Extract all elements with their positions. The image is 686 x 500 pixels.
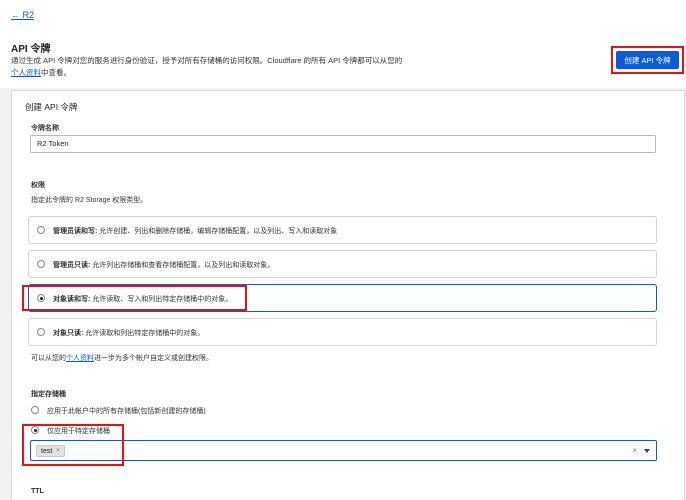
permission-option-label: 管理员只读: 允许列出存储桶和查看存储桶配置，以及列出和读取对象。 (53, 262, 275, 269)
chevron-down-icon[interactable] (644, 449, 650, 453)
page-description: 通过生成 API 令牌对您的服务进行身份验证，授予对所有存储桶的访问权限。Clo… (11, 55, 431, 79)
token-name-label: 令牌名称 (31, 125, 59, 132)
permission-option-admin-ro[interactable]: 管理员只读: 允许列出存储桶和查看存储桶配置，以及列出和读取对象。 (28, 250, 657, 278)
permission-option-admin-rw[interactable]: 管理员读和写: 允许创建、列出和删除存储桶，编辑存储桶配置，以及列出、写入和读取… (28, 216, 657, 244)
profile-link-2[interactable]: 个人资料 (66, 355, 94, 362)
radio-button[interactable] (37, 260, 45, 268)
permission-option-label: 对象只读: 允许读取和列出特定存储桶中的对象。 (53, 330, 205, 337)
section-title: 创建 API 令牌 (25, 102, 78, 112)
radio-button[interactable] (37, 226, 45, 234)
all-buckets-label: 应用于此帐户中的所有存储桶(包括新创建的存储桶) (47, 408, 206, 415)
bucket-select[interactable]: test × × (30, 440, 657, 461)
permissions-footer: 可以从您的个人资料进一步为多个帐户自定义或创建权限。 (31, 355, 213, 362)
description-text: 通过生成 API 令牌对您的服务进行身份验证，授予对所有存储桶的访问权限。Clo… (11, 56, 403, 65)
permission-option-object-ro[interactable]: 对象只读: 允许读取和列出特定存储桶中的对象。 (28, 318, 657, 346)
radio-all-buckets[interactable] (31, 406, 39, 414)
ttl-label: TTL (31, 488, 44, 495)
profile-link[interactable]: 个人资料 (11, 68, 41, 77)
permissions-help: 指定此令牌的 R2 Storage 权限类型。 (31, 197, 148, 204)
page-header: ← R2 API 令牌 通过生成 API 令牌对您的服务进行身份验证，授予对所有… (0, 0, 686, 88)
permission-option-label: 管理员读和写: 允许创建、列出和删除存储桶，编辑存储桶配置，以及列出、写入和读取… (53, 228, 338, 235)
clear-icon[interactable]: × (632, 446, 637, 455)
radio-button[interactable] (37, 328, 45, 336)
back-link-r2[interactable]: ← R2 (11, 10, 34, 20)
create-api-token-button[interactable]: 创建 API 令牌 (616, 51, 679, 69)
page-title: API 令牌 (11, 44, 51, 55)
specific-bucket-highlight (22, 424, 124, 466)
bucket-scope-label: 指定存储桶 (31, 391, 66, 398)
token-name-input[interactable]: R2 Token (30, 135, 656, 153)
permissions-label: 权限 (31, 182, 45, 189)
object-rw-highlight (22, 285, 247, 311)
description-suffix: 中查看。 (41, 68, 71, 77)
